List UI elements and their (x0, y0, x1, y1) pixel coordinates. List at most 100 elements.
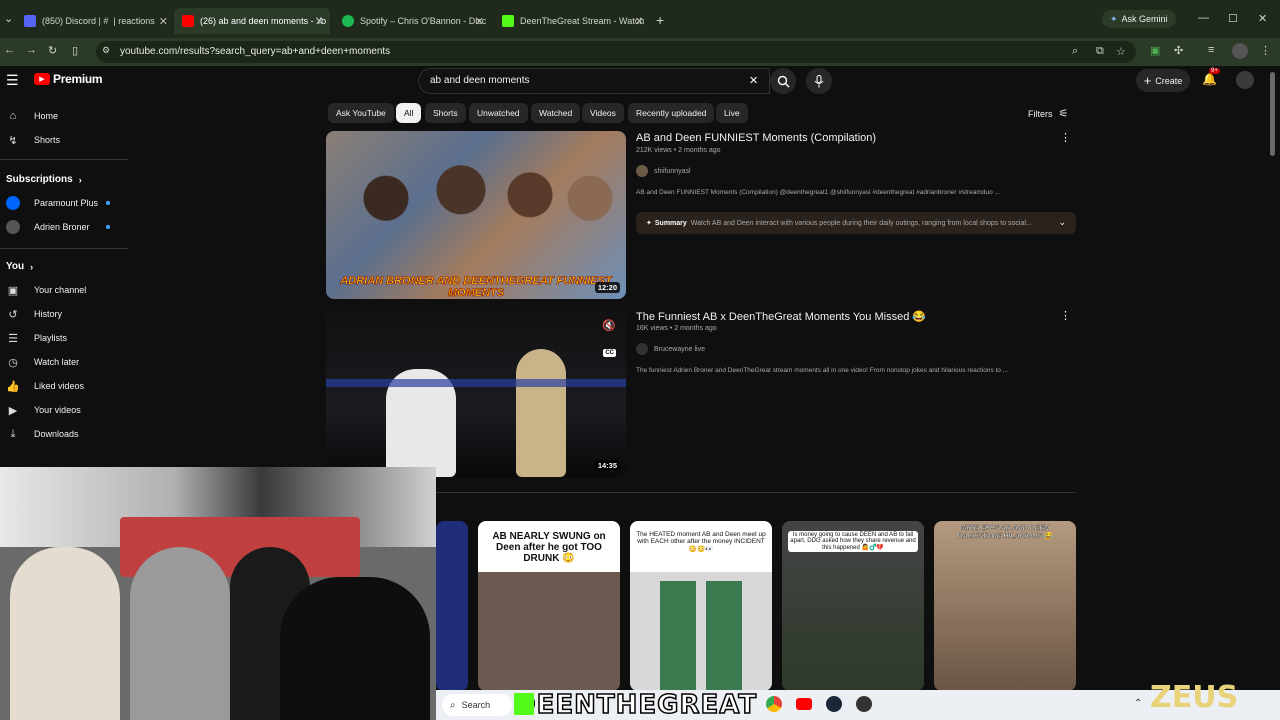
sidebar-item-adrien-broner[interactable]: Adrien Broner (0, 216, 128, 238)
sidebar-item-label: Paramount Plus (34, 198, 99, 208)
close-icon[interactable]: ✕ (159, 15, 168, 28)
subscriptions-heading[interactable]: Subscriptions › (6, 174, 82, 185)
sidebar-item-label: History (34, 309, 63, 319)
close-icon[interactable]: ✕ (315, 15, 324, 28)
chip-unwatched[interactable]: Unwatched (469, 103, 528, 123)
extensions-puzzle-icon[interactable]: ✣ (1174, 44, 1183, 57)
download-icon: ⤓ (10, 427, 16, 440)
youtube-logo[interactable]: ▶ Premium (34, 72, 103, 86)
chip-all[interactable]: All (396, 103, 422, 123)
sidebar-item-your-videos[interactable]: ▶ Your videos (0, 399, 128, 421)
sidebar-item-playlists[interactable]: ☰ Playlists (0, 327, 128, 349)
create-button[interactable]: + Create (1136, 69, 1190, 92)
chip-live[interactable]: Live (716, 103, 748, 123)
video-meta: 16K views • 2 months ago (636, 325, 717, 332)
sidebar-item-home[interactable]: ⌂ Home (0, 105, 128, 127)
sidepanel-icon[interactable]: ▯ (72, 44, 78, 57)
short-card[interactable] (436, 521, 468, 691)
reload-icon[interactable]: ↻ (48, 44, 57, 57)
menu-icon[interactable]: ☰ (6, 72, 19, 89)
notification-badge: 9+ (1209, 68, 1220, 74)
gemini-icon: ✦ (1110, 13, 1118, 24)
extension-icon[interactable]: ▣ (1150, 44, 1160, 57)
chevron-down-icon[interactable]: ⌄ (1058, 217, 1066, 228)
ask-gemini-label: Ask Gemini (1121, 14, 1168, 24)
sidebar-item-shorts[interactable]: ↯ Shorts (0, 129, 128, 151)
chevron-up-icon[interactable]: ⌃ (1134, 698, 1142, 709)
tab-spotify[interactable]: Spotify – Chris O'Bannon - Disc ✕ (334, 8, 490, 34)
voice-search-button[interactable] (806, 68, 832, 94)
search-button[interactable] (770, 68, 796, 94)
short-card[interactable]: Is money going to cause DEEN and AB to f… (782, 521, 924, 691)
short-card[interactable]: The HEATED moment AB and Deen meet up wi… (630, 521, 772, 691)
install-icon[interactable]: ⧉ (1096, 45, 1104, 58)
youtube-taskbar-icon[interactable] (796, 698, 812, 710)
sidebar-item-watch-later[interactable]: ◷ Watch later (0, 351, 128, 373)
scrollbar-thumb[interactable] (1270, 72, 1275, 156)
divider (0, 159, 128, 160)
more-options-icon[interactable]: ⋮ (1060, 131, 1071, 144)
sidebar-item-liked-videos[interactable]: 👍 Liked videos (0, 375, 128, 397)
sidebar-item-paramount[interactable]: Paramount Plus (0, 192, 128, 214)
ai-summary[interactable]: ✦ Summary Watch AB and Deen interact wit… (636, 212, 1076, 234)
video-thumbnail[interactable]: ADRIAN BRONER AND DEENTHEGREAT FUNNIEST … (326, 131, 626, 299)
close-window-icon[interactable]: ✕ (1258, 12, 1267, 25)
omnibox[interactable]: ⚙ youtube.com/results?search_query=ab+an… (96, 41, 1136, 63)
chrome-menu-icon[interactable]: ⋮ (1260, 44, 1271, 57)
tab-youtube[interactable]: (26) ab and deen moments - Yo ✕ (174, 8, 330, 34)
chrome-taskbar-icon[interactable] (766, 696, 782, 712)
profile-avatar[interactable] (1232, 43, 1248, 59)
bookmark-star-icon[interactable]: ☆ (1116, 45, 1126, 58)
clear-search-icon[interactable]: ✕ (749, 74, 758, 87)
more-options-icon[interactable]: ⋮ (1060, 309, 1071, 322)
chip-ask-youtube[interactable]: Ask YouTube (328, 103, 394, 123)
chip-shorts[interactable]: Shorts (425, 103, 466, 123)
you-heading[interactable]: You › (6, 261, 33, 272)
chip-recently-uploaded[interactable]: Recently uploaded (628, 103, 715, 123)
webcam-person (10, 547, 120, 720)
site-info-icon[interactable]: ⚙ (102, 45, 110, 56)
zoom-icon[interactable]: ⌕ (1072, 45, 1078, 58)
short-card[interactable]: MIKE EPPS AB AND DEEN BACKSTAGE HILARIOU… (934, 521, 1076, 691)
tab-discord[interactable]: (850) Discord | # ​ | reactions ✕ (16, 8, 174, 34)
new-tab-icon[interactable]: + (656, 12, 664, 28)
video-title[interactable]: AB and Deen FUNNIEST Moments (Compilatio… (636, 132, 876, 144)
sidebar-item-history[interactable]: ↺ History (0, 303, 128, 325)
bell-icon[interactable]: 🔔 (1202, 72, 1217, 86)
sidebar-item-label: Downloads (34, 429, 79, 439)
taskbar-search[interactable]: ⌕ Search (442, 694, 512, 716)
sidebar-item-label: Adrien Broner (34, 222, 90, 232)
minimize-icon[interactable]: — (1198, 12, 1209, 24)
channel-link[interactable]: Brucewayne live (636, 343, 705, 355)
obs-taskbar-icon[interactable] (856, 696, 872, 712)
ask-gemini-button[interactable]: ✦ Ask Gemini (1102, 10, 1176, 28)
short-card[interactable]: AB NEARLY SWUNG on Deen after he got TOO… (478, 521, 620, 691)
sidebar-item-your-channel[interactable]: ▣ Your channel (0, 279, 128, 301)
cc-icon[interactable]: CC (603, 349, 616, 357)
tab-kick[interactable]: DeenTheGreat Stream - Watch ✕ (494, 8, 650, 34)
reading-list-icon[interactable]: ≡ (1208, 44, 1214, 56)
filters-button[interactable]: Filters ⚟ (1028, 107, 1068, 120)
chip-videos[interactable]: Videos (582, 103, 624, 123)
tab-search-icon[interactable]: ⌄ (4, 12, 13, 25)
video-thumbnail[interactable]: 🔇 CC 14:35 (326, 309, 626, 477)
mute-icon[interactable]: 🔇 (602, 319, 616, 332)
maximize-icon[interactable]: ☐ (1228, 12, 1238, 25)
kick-icon (502, 15, 514, 27)
channel-link[interactable]: shiifunnyasl (636, 165, 691, 177)
taskbar-search-label: Search (461, 700, 491, 710)
forward-icon[interactable]: → (26, 44, 37, 56)
steam-taskbar-icon[interactable] (826, 696, 842, 712)
short-caption: AB NEARLY SWUNG on Deen after he got TOO… (492, 531, 606, 564)
chip-watched[interactable]: Watched (531, 103, 581, 123)
you-title: You (6, 261, 25, 272)
close-icon[interactable]: ✕ (635, 15, 644, 28)
search-input[interactable]: ab and deen moments ✕ (418, 68, 770, 94)
thumbnail-lights (326, 379, 626, 387)
back-icon[interactable]: ← (4, 44, 15, 56)
sidebar-item-downloads[interactable]: ⤓ Downloads (0, 423, 128, 445)
account-avatar[interactable] (1236, 71, 1254, 89)
channel-name: Brucewayne live (654, 345, 705, 353)
close-icon[interactable]: ✕ (475, 15, 484, 28)
video-title[interactable]: The Funniest AB x DeenTheGreat Moments Y… (636, 310, 926, 323)
